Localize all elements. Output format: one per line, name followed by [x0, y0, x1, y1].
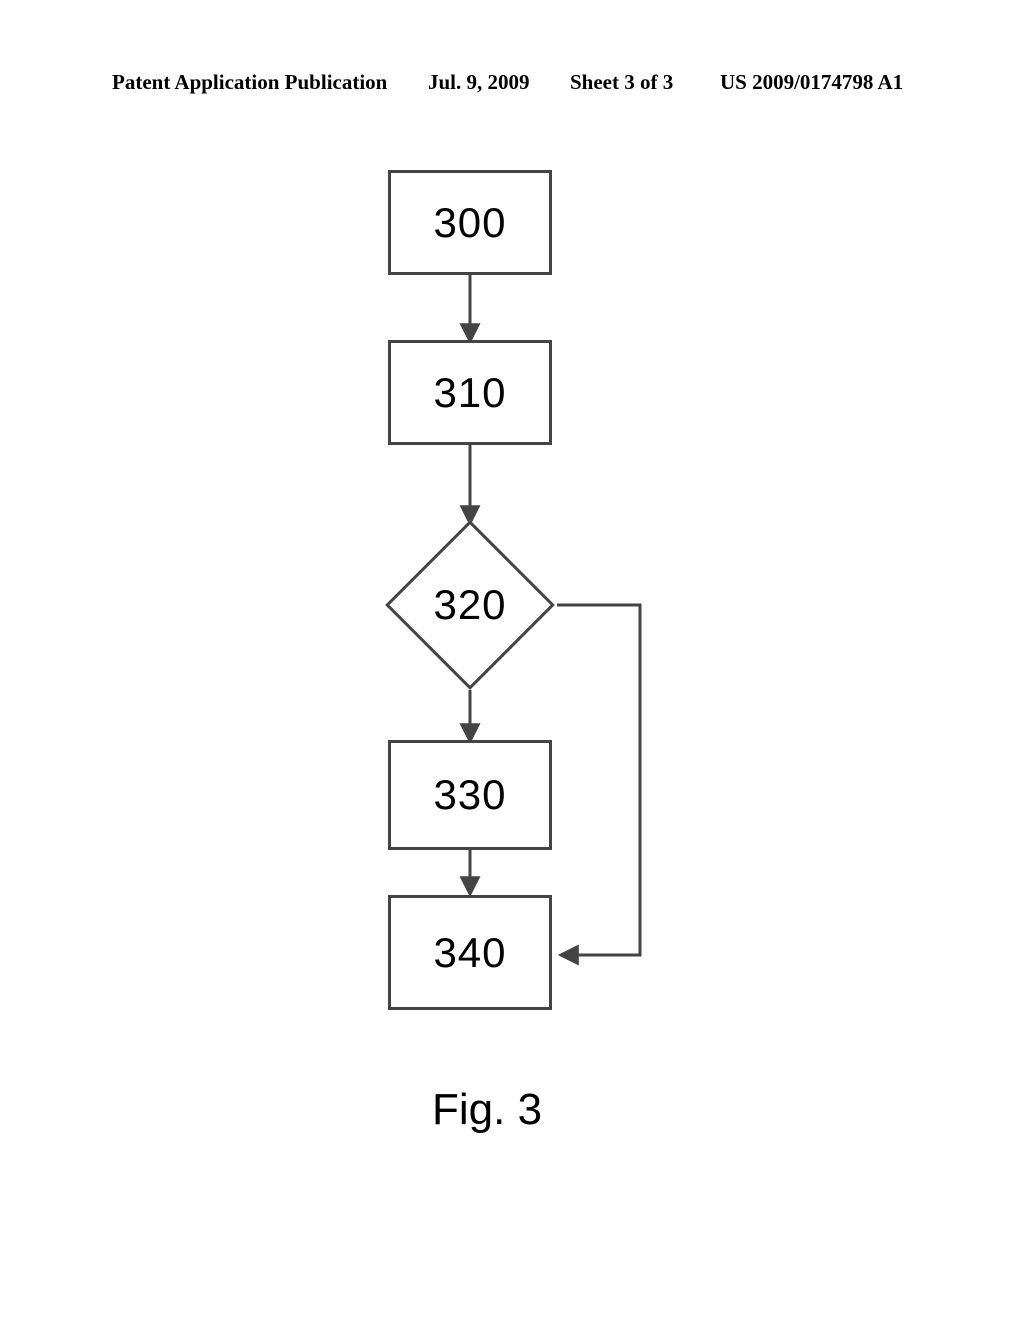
patent-page: Patent Application Publication Jul. 9, 2… — [0, 0, 1024, 1320]
flow-node-310: 310 — [388, 340, 552, 445]
flow-node-320-label: 320 — [433, 581, 506, 629]
flow-node-320: 320 — [410, 545, 530, 665]
flow-node-300: 300 — [388, 170, 552, 275]
flow-node-340-label: 340 — [433, 929, 506, 977]
flow-node-310-label: 310 — [433, 369, 506, 417]
flow-node-300-label: 300 — [433, 199, 506, 247]
flow-node-330-label: 330 — [433, 771, 506, 819]
flowchart: 300 310 320 330 340 Fig. 3 — [0, 0, 1024, 1320]
flow-node-330: 330 — [388, 740, 552, 850]
flow-node-340: 340 — [388, 895, 552, 1010]
figure-caption: Fig. 3 — [432, 1085, 542, 1135]
